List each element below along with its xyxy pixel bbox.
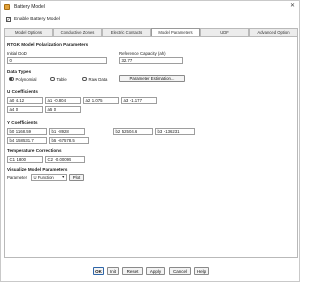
coef-b1-label: b1 [51, 128, 57, 134]
coef-a4-label: a4 [9, 106, 15, 112]
coef-b4-value[interactable]: 158531.7 [16, 138, 34, 143]
coef-a3-value[interactable]: -1.177 [130, 98, 142, 103]
coef-a0-value[interactable]: 4.12 [16, 98, 24, 103]
tab-conductive-zones[interactable]: Conductive Zones [53, 28, 102, 36]
enable-battery-model-checkbox[interactable]: ✓ [6, 17, 11, 22]
radio-table[interactable]: Table [50, 76, 67, 82]
coef-b0[interactable]: b0 1168.59 [7, 128, 47, 135]
ok-button[interactable]: OK [93, 267, 104, 275]
radio-polynomial-button[interactable] [9, 76, 14, 82]
temp-c2-label: C2 [47, 156, 54, 162]
initial-dod-input[interactable]: 0 [7, 57, 107, 64]
reference-capacity-input[interactable]: 32.77 [119, 57, 183, 64]
coef-a0[interactable]: a0 4.12 [7, 97, 43, 104]
rtgk-section-title: RTGK Model Polarization Parameters [7, 42, 89, 47]
coef-a3-label: a3 [123, 97, 129, 103]
init-button[interactable]: Init [107, 267, 119, 275]
plot-button[interactable]: Plot [69, 174, 84, 181]
temp-c2-value[interactable]: -0.00095 [55, 157, 72, 162]
coef-b2[interactable]: b2 52504.6 [113, 128, 153, 135]
coef-b1[interactable]: b1 -8928 [49, 128, 85, 135]
parameter-estimation-button[interactable]: Parameter Estimation... [119, 75, 185, 82]
coef-a1-label: a1 [47, 97, 53, 103]
close-icon[interactable]: ✕ [290, 3, 295, 10]
model-parameters-panel: RTGK Model Polarization Parameters Initi… [4, 36, 298, 258]
coef-a5-value[interactable]: 0 [54, 107, 56, 112]
coef-a1-value[interactable]: -0.804 [54, 98, 66, 103]
tab-advanced-option[interactable]: Advanced Option [249, 28, 298, 36]
tab-model-options[interactable]: Model Options [4, 28, 53, 36]
coef-a2-label: a2 [85, 97, 91, 103]
temp-c2[interactable]: C2 -0.00095 [45, 156, 85, 163]
coef-b2-label: b2 [115, 128, 121, 134]
coef-b5-value[interactable]: -67578.5 [58, 138, 75, 143]
temp-c1[interactable]: C1 1800 [7, 156, 43, 163]
coef-a2-value[interactable]: 1.075 [92, 98, 103, 103]
coef-b3[interactable]: b3 -136231 [155, 128, 195, 135]
coef-b3-label: b3 [157, 128, 163, 134]
u-coefficients-title: U Coefficients [7, 89, 38, 94]
chevron-down-icon: ▼ [61, 175, 65, 179]
coef-a3[interactable]: a3 -1.177 [121, 97, 157, 104]
battery-model-dialog: Battery Model ✕ ✓ Enable Battery Model M… [0, 0, 300, 282]
parameter-dropdown[interactable]: U Function ▼ [31, 174, 67, 181]
coef-b0-value[interactable]: 1168.59 [16, 129, 31, 134]
reset-button[interactable]: Reset [122, 267, 143, 275]
coef-a4-value[interactable]: 0 [16, 107, 18, 112]
coef-b4[interactable]: b4 158531.7 [7, 137, 47, 144]
tab-udf[interactable]: UDF [200, 28, 249, 36]
radio-raw-data-label: Raw Data [88, 76, 108, 82]
coef-b1-value[interactable]: -8928 [58, 129, 69, 134]
coef-a1[interactable]: a1 -0.804 [45, 97, 81, 104]
initial-dod-label: Initial DoD [7, 51, 27, 56]
parameter-label: Parameter [7, 175, 28, 180]
reference-capacity-label: Reference Capacity (ah) [119, 51, 166, 56]
coef-a4[interactable]: a4 0 [7, 106, 43, 113]
coef-b4-label: b4 [9, 137, 15, 143]
coef-a5-label: a5 [47, 106, 53, 112]
temperature-corrections-title: Temperature Corrections [7, 148, 62, 153]
coef-b5-label: b5 [51, 137, 57, 143]
radio-raw-data-button[interactable] [82, 76, 87, 82]
radio-table-button[interactable] [50, 76, 55, 82]
title-bar[interactable]: Battery Model ✕ [1, 1, 299, 13]
cancel-button[interactable]: Cancel [169, 267, 191, 275]
temp-c1-label: C1 [9, 156, 16, 162]
apply-button[interactable]: Apply [146, 267, 165, 275]
tab-bar: Model Options Conductive Zones Electric … [4, 28, 298, 37]
coef-b0-label: b0 [9, 128, 15, 134]
radio-table-label: Table [56, 76, 67, 82]
coef-a5[interactable]: a5 0 [45, 106, 81, 113]
enable-battery-model-row[interactable]: ✓ Enable Battery Model [6, 16, 60, 23]
visualize-title: Visualize Model Parameters [7, 167, 68, 172]
tab-electric-contacts[interactable]: Electric Contacts [102, 28, 151, 36]
parameter-dropdown-value: U Function [33, 175, 54, 180]
data-types-title: Data Types [7, 69, 32, 74]
app-icon [4, 4, 10, 10]
coef-b5[interactable]: b5 -67578.5 [49, 137, 89, 144]
coef-a2[interactable]: a2 1.075 [83, 97, 119, 104]
radio-raw-data[interactable]: Raw Data [82, 76, 107, 82]
coef-b3-value[interactable]: -136231 [164, 129, 180, 134]
window-title: Battery Model [14, 4, 45, 10]
help-button[interactable]: Help [194, 267, 209, 275]
enable-battery-model-label: Enable Battery Model [14, 17, 60, 22]
coef-a0-label: a0 [9, 97, 15, 103]
radio-polynomial-label: Polynomial [15, 76, 37, 82]
temp-c1-value[interactable]: 1800 [17, 157, 27, 162]
radio-polynomial[interactable]: Polynomial [9, 76, 37, 82]
y-coefficients-title: Y Coefficients [7, 120, 38, 125]
coef-b2-value[interactable]: 52504.6 [122, 129, 138, 134]
